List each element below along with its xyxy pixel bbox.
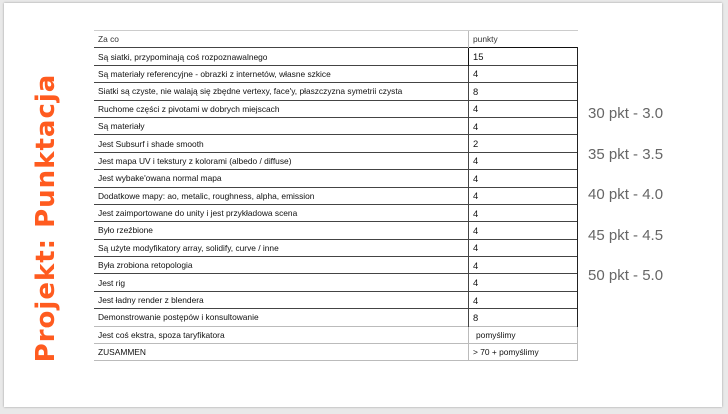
points-value: 4: [473, 190, 479, 202]
table-row: Jest wybake'owana normal mapa 4: [94, 169, 578, 188]
points-cell: pomyślimy: [468, 325, 578, 344]
criteria-cell: Ruchome części z pivotami w dobrych miej…: [94, 99, 469, 118]
grade-item: 40 pkt - 4.0: [588, 186, 664, 203]
total-row: ZUSAMMEN > 70 + pomyślimy: [94, 343, 578, 362]
grade-scale: 30 pkt - 3.0 35 pkt - 3.5 40 pkt - 4.0 45 p…: [588, 105, 663, 308]
points-value: 4: [473, 259, 479, 271]
criteria-cell: Jest zaimportowane do unity i jest przyk…: [94, 203, 469, 222]
points-value: 2: [473, 138, 479, 150]
criteria-cell: Demonstrowanie postępów i konsultowanie: [94, 308, 469, 327]
points-cell: 4: [468, 273, 578, 292]
points-value: 4: [473, 68, 479, 80]
criteria-cell: Dodatkowe mapy: ao, metalic, roughness, …: [94, 186, 469, 205]
points-value: 4: [473, 103, 479, 115]
points-cell: 8: [468, 82, 578, 101]
criteria-cell: Jest mapa UV i tekstury z kolorami (albe…: [94, 151, 469, 170]
grade-item: 50 pkt - 5.0: [588, 267, 664, 284]
points-cell: 4: [468, 116, 578, 135]
table-row: Są materiały 4: [94, 116, 578, 135]
points-cell: 4: [468, 151, 578, 170]
table-row: Są siatki, przypominają coś rozpoznawaln…: [94, 47, 578, 66]
points-value: 4: [473, 207, 479, 219]
table-row: Było rzeźbione 4: [94, 221, 578, 240]
table-row: Ruchome części z pivotami w dobrych miej…: [94, 99, 578, 118]
total-points-cell: > 70 + pomyślimy: [468, 343, 578, 362]
header-criteria: Za co: [94, 29, 469, 48]
criteria-cell: Jest ładny render z blendera: [94, 290, 469, 309]
criteria-cell: Była zrobiona retopologia: [94, 256, 469, 274]
points-cell: 2: [468, 134, 578, 153]
points-value: 15: [473, 51, 484, 63]
table-row: Jest zaimportowane do unity i jest przyk…: [94, 203, 578, 222]
grade-item: 30 pkt - 3.0: [588, 105, 664, 122]
table-row: Jest coś ekstra, spoza taryfikatora pomyś…: [94, 325, 578, 344]
points-cell: 4: [468, 238, 578, 257]
total-points: > 70 + pomyślimy: [473, 347, 539, 358]
criteria-cell: Jest coś ekstra, spoza taryfikatora: [94, 325, 469, 344]
criteria-cell: Są materiały referencyjne - obrazki z in…: [94, 64, 469, 83]
points-cell: 8: [468, 308, 578, 327]
points-cell: 4: [468, 186, 578, 205]
total-label: ZUSAMMEN: [94, 343, 469, 362]
points-cell: 4: [468, 64, 578, 83]
table-row: Jest rig 4: [94, 273, 578, 292]
points-cell: 4: [468, 256, 578, 274]
criteria-cell: Jest rig: [94, 273, 469, 292]
slide: Projekt: Punktacja Za co punkty Są siatk…: [4, 3, 722, 407]
grade-item: 35 pkt - 3.5: [588, 145, 664, 163]
table-row: Dodatkowe mapy: ao, metalic, roughness, …: [94, 186, 578, 205]
slide-title: Projekt: Punktacja: [31, 73, 61, 363]
criteria-cell: Są siatki, przypominają coś rozpoznawaln…: [94, 47, 469, 66]
points-value: 4: [473, 224, 479, 236]
grade-item: 45 pkt - 4.5: [588, 226, 664, 244]
criteria-cell: Są użyte modyfikatory array, solidify, c…: [94, 238, 469, 257]
points-value: 4: [473, 294, 479, 306]
table-row: Są materiały referencyjne - obrazki z in…: [94, 64, 578, 83]
points-value: 4: [473, 155, 479, 167]
criteria-cell: Siatki są czyste, nie walają się zbędne …: [94, 82, 469, 101]
table-header-row: Za co punkty: [94, 29, 578, 48]
points-cell: 4: [468, 290, 578, 309]
points-value: pomyślimy: [476, 329, 516, 340]
table-row: Była zrobiona retopologia 4: [94, 256, 578, 274]
table-row: Demonstrowanie postępów i konsultowanie 8: [94, 308, 578, 327]
points-cell: 15: [468, 47, 578, 66]
table-row: Jest mapa UV i tekstury z kolorami (albe…: [94, 151, 578, 170]
criteria-cell: Jest Subsurf i shade smooth: [94, 134, 469, 153]
points-value: 8: [473, 85, 479, 97]
points-cell: 4: [468, 203, 578, 222]
points-value: 4: [473, 242, 479, 254]
table-row: Siatki są czyste, nie walają się zbędne …: [94, 82, 578, 101]
points-cell: 4: [468, 99, 578, 118]
criteria-cell: Są materiały: [94, 116, 469, 135]
points-value: 4: [473, 120, 479, 132]
points-value: 8: [473, 311, 479, 323]
table-row: Jest ładny render z blendera 4: [94, 290, 578, 309]
scoring-table: Za co punkty Są siatki, przypominają coś…: [94, 29, 578, 362]
points-cell: 4: [468, 169, 578, 188]
points-cell: 4: [468, 221, 578, 240]
criteria-cell: Jest wybake'owana normal mapa: [94, 169, 469, 188]
points-value: 4: [473, 277, 479, 289]
table-row: Jest Subsurf i shade smooth 2: [94, 134, 578, 153]
criteria-cell: Było rzeźbione: [94, 221, 469, 240]
points-value: 4: [473, 172, 479, 184]
table-row: Są użyte modyfikatory array, solidify, c…: [94, 238, 578, 257]
header-points: punkty: [468, 29, 578, 48]
